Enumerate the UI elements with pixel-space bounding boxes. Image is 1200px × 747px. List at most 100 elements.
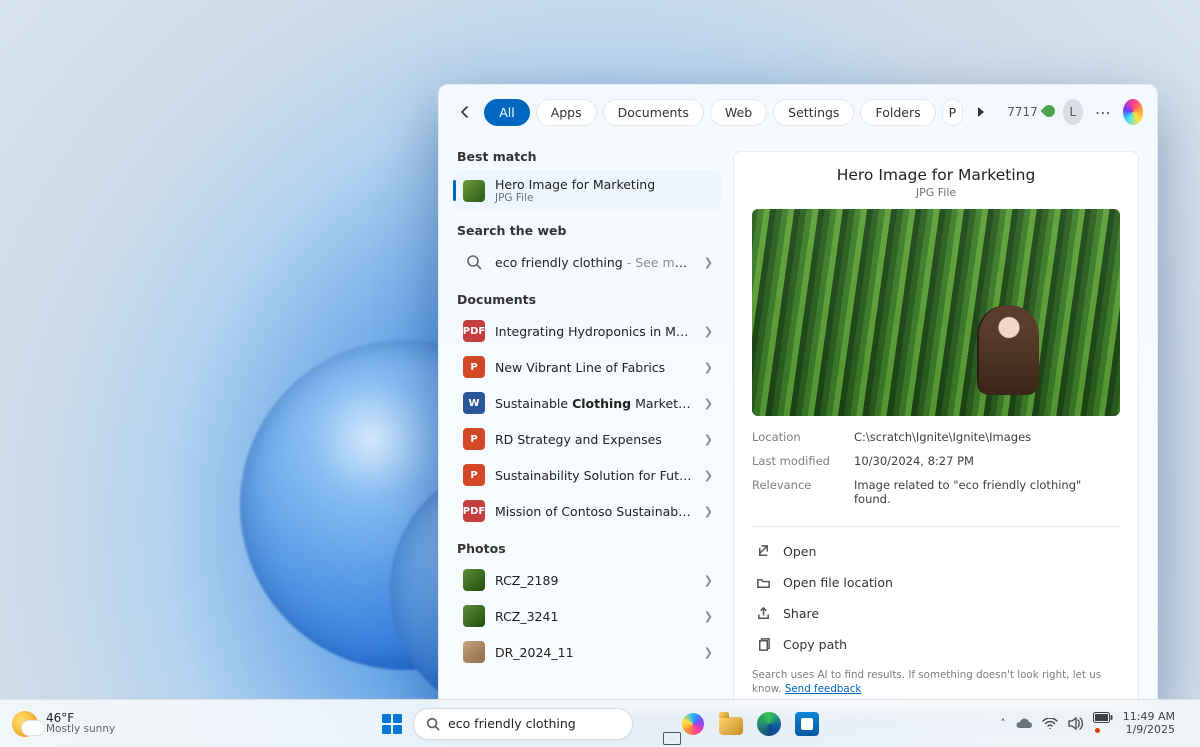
result-photo[interactable]: DR_2024_11 ❯ (455, 634, 721, 670)
send-feedback-link[interactable]: Send feedback (785, 683, 862, 695)
result-title: Sustainability Solution for Future … (495, 468, 694, 483)
copilot-icon[interactable] (1123, 99, 1143, 125)
taskbar-search[interactable] (413, 708, 633, 740)
chevron-right-icon: ❯ (704, 361, 713, 374)
more-options-button[interactable]: ⋯ (1091, 103, 1115, 122)
filters-scroll-right[interactable] (971, 99, 991, 125)
result-web-search[interactable]: eco friendly clothing - See more search … (455, 244, 721, 280)
search-panel-header: All Apps Documents Web Settings Folders … (439, 85, 1157, 137)
taskbar-center (377, 708, 823, 740)
file-explorer-icon[interactable] (715, 708, 747, 740)
ai-disclaimer: Search uses AI to find results. If somet… (752, 669, 1120, 697)
chevron-right-icon: ❯ (704, 646, 713, 659)
result-title: Sustainable Clothing Marketing … (495, 396, 694, 411)
chevron-right-icon: ❯ (704, 433, 713, 446)
filter-web[interactable]: Web (710, 99, 767, 126)
user-avatar[interactable]: L (1063, 99, 1083, 125)
preview-subtitle: JPG File (752, 186, 1120, 199)
action-open-file-location[interactable]: Open file location (752, 568, 1120, 597)
result-document[interactable]: PDF Integrating Hydroponics in Manu… ❯ (455, 313, 721, 349)
result-document[interactable]: PDF Mission of Contoso Sustainable F… ❯ (455, 493, 721, 529)
section-photos: Photos (457, 541, 721, 556)
show-desktop-strip[interactable] (1185, 707, 1190, 741)
wifi-icon[interactable] (1042, 718, 1058, 730)
meta-key-relevance: Relevance (752, 478, 844, 506)
word-file-icon: W (463, 392, 485, 414)
chevron-right-icon: ❯ (704, 610, 713, 623)
result-title: RCZ_2189 (495, 573, 694, 588)
result-title: DR_2024_11 (495, 645, 694, 660)
section-search-web: Search the web (457, 223, 721, 238)
filter-folders[interactable]: Folders (860, 99, 935, 126)
chevron-right-icon: ❯ (704, 505, 713, 518)
result-document[interactable]: P Sustainability Solution for Future … ❯ (455, 457, 721, 493)
meta-key-location: Location (752, 430, 844, 444)
result-title: RD Strategy and Expenses (495, 432, 694, 447)
taskbar-clock[interactable]: 11:49 AM 1/9/2025 (1123, 711, 1175, 736)
action-copy-path[interactable]: Copy path (752, 630, 1120, 659)
meta-val-location: C:\scratch\Ignite\Ignite\Images (854, 430, 1120, 444)
result-title: Integrating Hydroponics in Manu… (495, 324, 694, 339)
chevron-right-icon: ❯ (704, 397, 713, 410)
preview-thumbnail[interactable] (752, 209, 1120, 416)
rewards-points[interactable]: 7717 (1007, 105, 1055, 120)
action-share[interactable]: Share (752, 599, 1120, 628)
result-photo[interactable]: RCZ_3241 ❯ (455, 598, 721, 634)
ppt-file-icon: P (463, 356, 485, 378)
filter-apps[interactable]: Apps (536, 99, 597, 126)
preview-title: Hero Image for Marketing (752, 166, 1120, 184)
result-title: Hero Image for Marketing (495, 177, 713, 192)
result-title: RCZ_3241 (495, 609, 694, 624)
result-document[interactable]: W Sustainable Clothing Marketing … ❯ (455, 385, 721, 421)
meta-val-relevance: Image related to "eco friendly clothing"… (854, 478, 1120, 506)
tray-overflow-icon[interactable]: ˄ (1000, 717, 1006, 730)
taskbar: 46°F Mostly sunny ˄ 11:49 AM 1/9 (0, 699, 1200, 747)
chevron-right-icon: ❯ (704, 574, 713, 587)
preview-metadata: Location C:\scratch\Ignite\Ignite\Images… (752, 430, 1120, 506)
filter-settings[interactable]: Settings (773, 99, 854, 126)
copilot-taskbar-icon[interactable] (677, 708, 709, 740)
section-documents: Documents (457, 292, 721, 307)
section-best-match: Best match (457, 149, 721, 164)
start-button[interactable] (377, 709, 407, 739)
taskbar-search-input[interactable] (448, 716, 620, 731)
onedrive-icon[interactable] (1016, 718, 1032, 729)
back-button[interactable] (453, 97, 476, 127)
edge-icon[interactable] (753, 708, 785, 740)
chevron-right-icon: ❯ (704, 469, 713, 482)
ppt-file-icon: P (463, 428, 485, 450)
filter-overflow[interactable]: P (942, 99, 964, 126)
weather-widget[interactable]: 46°F Mostly sunny (0, 711, 115, 737)
meta-key-modified: Last modified (752, 454, 844, 468)
preview-actions: Open Open file location Share Copy path (752, 537, 1120, 659)
result-document[interactable]: P New Vibrant Line of Fabrics ❯ (455, 349, 721, 385)
meta-val-modified: 10/30/2024, 8:27 PM (854, 454, 1120, 468)
clock-time: 11:49 AM (1123, 711, 1175, 724)
rewards-icon (1043, 105, 1055, 120)
image-file-icon (463, 180, 485, 202)
preview-card: Hero Image for Marketing JPG File Locati… (733, 151, 1139, 710)
web-result-title: eco friendly clothing - See more search … (495, 255, 694, 270)
volume-icon[interactable] (1068, 717, 1083, 730)
filter-documents[interactable]: Documents (603, 99, 704, 126)
ms-store-icon[interactable] (791, 708, 823, 740)
result-title: Mission of Contoso Sustainable F… (495, 504, 694, 519)
pdf-file-icon: PDF (463, 320, 485, 342)
result-best-match[interactable]: Hero Image for Marketing JPG File (455, 170, 721, 211)
pdf-file-icon: PDF (463, 500, 485, 522)
system-tray: ˄ 11:49 AM 1/9/2025 (1000, 707, 1200, 741)
weather-desc: Mostly sunny (46, 724, 115, 735)
result-photo[interactable]: RCZ_2189 ❯ (455, 562, 721, 598)
battery-icon[interactable] (1093, 712, 1113, 736)
photo-thumbnail-icon (463, 641, 485, 663)
divider (752, 526, 1120, 527)
task-view-icon[interactable] (639, 708, 671, 740)
search-panel: All Apps Documents Web Settings Folders … (438, 84, 1158, 711)
chevron-right-icon: ❯ (704, 325, 713, 338)
search-icon (426, 717, 440, 731)
action-open[interactable]: Open (752, 537, 1120, 566)
results-column: Best match Hero Image for Marketing JPG … (439, 137, 723, 710)
filter-pills: All Apps Documents Web Settings Folders … (484, 99, 963, 126)
result-document[interactable]: P RD Strategy and Expenses ❯ (455, 421, 721, 457)
filter-all[interactable]: All (484, 99, 530, 126)
